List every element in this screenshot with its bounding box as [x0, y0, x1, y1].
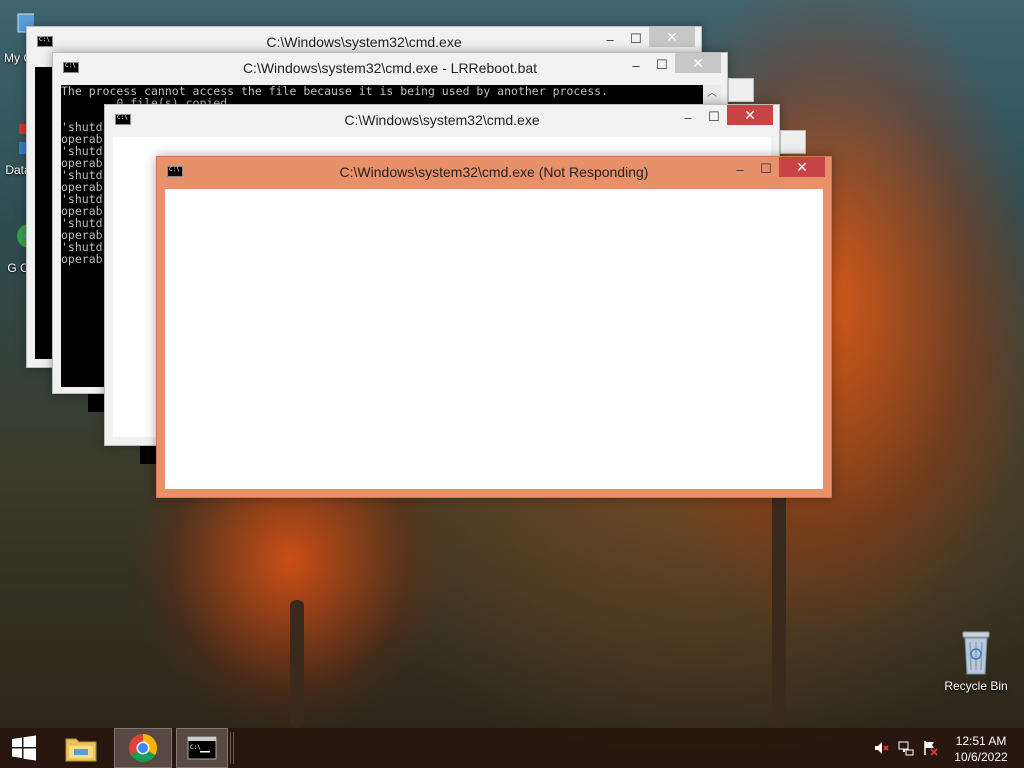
scroll-up-icon[interactable]: ︿ [703, 85, 721, 103]
cmd-icon [167, 166, 183, 177]
close-button[interactable]: ✕ [649, 27, 695, 47]
minimize-button[interactable]: – [675, 107, 701, 127]
close-button[interactable]: ✕ [727, 105, 773, 125]
taskbar-cmd[interactable]: C:\ [176, 728, 228, 768]
action-center-flag-icon[interactable] [922, 740, 938, 756]
clock-time: 12:51 AM [955, 734, 1007, 748]
minimize-button[interactable]: – [727, 159, 753, 179]
taskbar-chrome[interactable] [114, 728, 172, 768]
window-title: C:\Windows\system32\cmd.exe (Not Respond… [339, 164, 649, 180]
network-icon[interactable] [898, 740, 914, 756]
minimize-button[interactable]: – [623, 55, 649, 75]
clock[interactable]: 12:51 AM 10/6/2022 [944, 733, 1018, 765]
chrome-icon [129, 734, 157, 762]
desktop-icon-label: Recycle Bin [944, 679, 1008, 693]
window-title: C:\Windows\system32\cmd.exe - LRReboot.b… [242, 60, 538, 76]
console-fragment [140, 446, 156, 464]
cmd-window-not-responding[interactable]: C:\Windows\system32\cmd.exe (Not Respond… [156, 156, 832, 498]
clock-date: 10/6/2022 [954, 750, 1008, 764]
maximize-button[interactable]: ☐ [753, 159, 779, 179]
cmd-icon [63, 62, 79, 73]
wallpaper-stem [772, 480, 786, 728]
minimize-button[interactable]: – [597, 29, 623, 49]
cmd-icon [115, 114, 131, 125]
window-edge-fragment [728, 78, 754, 102]
wallpaper-stem [290, 600, 304, 728]
close-button[interactable]: ✕ [675, 53, 721, 73]
window-title: C:\Windows\system32\cmd.exe [344, 112, 540, 128]
close-button[interactable]: ✕ [779, 157, 825, 177]
cmd-icon [37, 36, 53, 47]
start-icon [12, 735, 36, 761]
maximize-button[interactable]: ☐ [623, 29, 649, 49]
taskbar-file-explorer[interactable] [58, 728, 104, 768]
maximize-button[interactable]: ☐ [649, 55, 675, 75]
start-button[interactable] [0, 728, 48, 768]
desktop-icon-recycle-bin[interactable]: Recycle Bin [940, 630, 1012, 693]
volume-muted-icon[interactable] [874, 740, 890, 756]
svg-text:C:\: C:\ [190, 744, 201, 751]
window-edge-fragment [780, 130, 806, 154]
console-fragment [88, 394, 104, 412]
window-client-area [165, 189, 823, 489]
file-explorer-icon [65, 738, 97, 762]
taskbar-separator [230, 732, 234, 764]
taskbar: C:\ 12:51 AM 10/6/2022 [0, 728, 1024, 768]
maximize-button[interactable]: ☐ [701, 107, 727, 127]
recycle-bin-icon [962, 631, 990, 675]
cmd-icon: C:\ [187, 736, 217, 760]
window-title: C:\Windows\system32\cmd.exe [266, 34, 462, 50]
